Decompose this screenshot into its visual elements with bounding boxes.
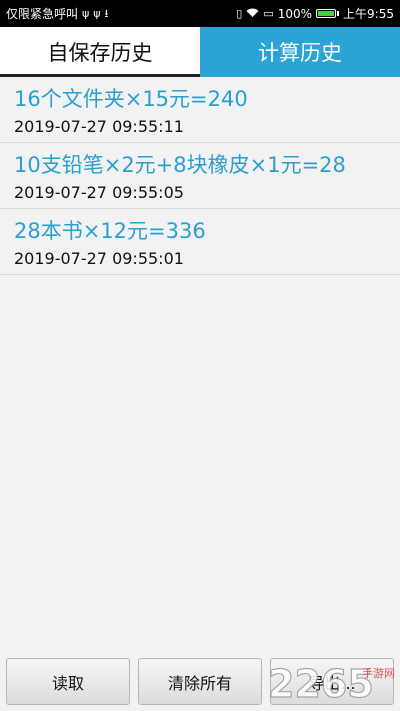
- status-bar-right: ▯ ▭ 100% 上午9:55: [236, 5, 394, 22]
- battery-icon: [316, 9, 337, 18]
- carrier-status-text: 仅限紧急呼叫: [6, 7, 79, 21]
- history-timestamp: 2019-07-27 09:55:05: [14, 183, 184, 202]
- export-button[interactable]: 导出...: [270, 658, 394, 705]
- tab-label: 计算历史: [258, 41, 342, 65]
- history-expression: 10支铅笔×2元+8块橡皮×1元=28: [14, 153, 346, 177]
- history-timestamp: 2019-07-27 09:55:11: [14, 117, 184, 136]
- list-item[interactable]: 28本书×12元=336 2019-07-27 09:55:01: [0, 209, 400, 275]
- clock: 上午9:55: [343, 7, 394, 21]
- battery-level-fill: [318, 11, 335, 16]
- tab-self-saved-history[interactable]: 自保存历史: [0, 27, 200, 77]
- history-expression: 28本书×12元=336: [14, 219, 206, 243]
- battery-tip: [337, 11, 340, 16]
- list-item[interactable]: 10支铅笔×2元+8块橡皮×1元=28 2019-07-27 09:55:05: [0, 143, 400, 209]
- list-item[interactable]: 16个文件夹×15元=240 2019-07-27 09:55:11: [0, 77, 400, 143]
- usb-icon: ψ: [82, 7, 90, 20]
- read-button[interactable]: 读取: [6, 658, 130, 705]
- tab-label: 自保存历史: [47, 41, 153, 65]
- history-timestamp: 2019-07-27 09:55:01: [14, 249, 184, 268]
- clear-all-button[interactable]: 清除所有: [138, 658, 262, 705]
- download-icon: ⭳: [104, 7, 109, 20]
- tab-bar: 自保存历史 计算历史: [0, 27, 400, 77]
- history-expression: 16个文件夹×15元=240: [14, 87, 248, 111]
- history-list: 16个文件夹×15元=240 2019-07-27 09:55:11 10支铅笔…: [0, 77, 400, 275]
- wifi-icon: [246, 8, 259, 20]
- sim-icon: ▭: [263, 7, 274, 20]
- vibrate-icon: ▯: [236, 7, 243, 20]
- status-bar: 仅限紧急呼叫 ψ ψ ⭳ ▯ ▭ 100% 上午9:55: [0, 0, 400, 27]
- bottom-action-bar: 读取 清除所有 导出...: [0, 652, 400, 711]
- tab-calculation-history[interactable]: 计算历史: [200, 27, 400, 77]
- battery-percent: 100%: [277, 6, 313, 21]
- usb-icon: ψ: [93, 7, 101, 20]
- status-bar-left: 仅限紧急呼叫 ψ ψ ⭳: [6, 5, 108, 22]
